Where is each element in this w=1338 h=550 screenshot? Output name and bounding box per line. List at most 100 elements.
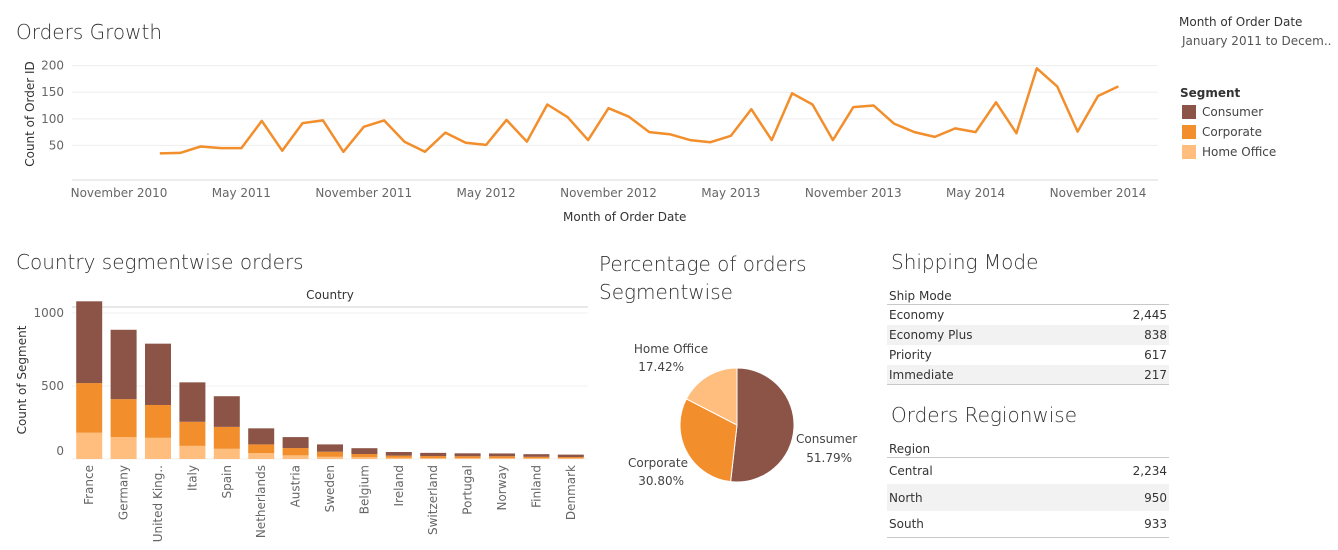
table-row[interactable]: Economy 2,445 (887, 305, 1169, 325)
bar-segment[interactable] (76, 432, 103, 459)
ship-mode-cell: Priority (889, 348, 932, 362)
filter-value[interactable]: January 2011 to Decem.. (1182, 34, 1331, 48)
bar-segment[interactable] (385, 455, 412, 458)
orders-growth-chart[interactable]: 200 150 100 50 Count of Order ID November 201… (0, 50, 1160, 230)
bar-x-tick-label: Switzerland (426, 465, 440, 535)
table-row[interactable]: Priority 617 (887, 345, 1169, 365)
bar-segment[interactable] (351, 454, 378, 458)
bar-y-tick-label: 0 (56, 444, 64, 458)
bar-segment[interactable] (213, 426, 240, 449)
bar-x-tick-label: Belgium (357, 465, 371, 514)
bar-segment[interactable] (489, 453, 515, 457)
table-row[interactable]: South 933 (887, 511, 1169, 538)
bar-segment[interactable] (179, 445, 206, 459)
pie-title: Percentage of orders Segmentwise (599, 250, 807, 306)
legend-swatch (1182, 145, 1196, 159)
bar-segment[interactable] (489, 456, 515, 458)
bar-segment[interactable] (557, 458, 584, 459)
bar-segment[interactable] (489, 457, 515, 459)
pie-title-line2: Segmentwise (599, 280, 733, 304)
legend-label: Corporate (1202, 125, 1262, 139)
bar-segment[interactable] (557, 457, 584, 459)
country-chart-title: Country segmentwise orders (16, 250, 304, 274)
bar-segment[interactable] (145, 404, 171, 438)
bar-segment[interactable] (454, 456, 481, 458)
table-row[interactable]: North 950 (887, 484, 1169, 511)
table-row[interactable]: Central 2,234 (887, 458, 1169, 484)
bar-segment[interactable] (385, 451, 412, 456)
bar-x-tick-label: Denmark (564, 465, 578, 520)
pie-label-pct: 51.79% (806, 451, 852, 465)
bar-segment[interactable] (523, 458, 550, 459)
shipping-table: Ship Mode Economy 2,445 Economy Plus 838… (887, 287, 1169, 385)
bar-segment[interactable] (317, 456, 343, 459)
ship-count-cell: 2,445 (1132, 308, 1167, 322)
line-x-tick-label: May 2011 (212, 186, 271, 200)
country-bar-chart[interactable]: Country 1000 500 0 Count of Segment France Ger… (0, 280, 590, 550)
bar-y-axis-title: Count of Segment (15, 325, 29, 434)
region-count-cell: 950 (1144, 490, 1167, 505)
legend-item-home-office[interactable]: Home Office (1182, 142, 1276, 162)
bar-segment[interactable] (145, 437, 171, 459)
table-row[interactable]: Immediate 217 (887, 365, 1169, 385)
line-x-tick-label: November 2011 (315, 186, 412, 200)
legend-item-corporate[interactable]: Corporate (1182, 122, 1276, 142)
bar-segment[interactable] (351, 457, 378, 459)
bar-segment[interactable] (351, 448, 378, 455)
pie-title-line1: Percentage of orders (599, 252, 807, 276)
pie-slice[interactable] (730, 367, 795, 483)
bar-x-tick-label: United King.. (151, 465, 165, 542)
region-header: Region (889, 441, 931, 456)
bar-x-tick-label: Netherlands (254, 465, 268, 538)
segment-pie-chart[interactable]: Home Office 17.42% Consumer 51.79% Corporate… (600, 320, 880, 520)
bar-x-tick-label: Finland (529, 465, 543, 508)
legend-title: Segment (1180, 86, 1241, 100)
bar-segment[interactable] (420, 457, 447, 459)
bar-segment[interactable] (420, 456, 447, 458)
bar-segment[interactable] (110, 329, 137, 400)
line-x-axis-title: Month of Order Date (563, 210, 687, 224)
bar-segment[interactable] (248, 444, 275, 454)
bar-segment[interactable] (317, 451, 343, 457)
line-y-tick-label: 200 (41, 59, 64, 73)
bar-segment[interactable] (317, 444, 343, 452)
legend-swatch (1182, 105, 1196, 119)
bar-segment[interactable] (110, 399, 137, 438)
pie-label-name: Corporate (628, 456, 688, 470)
bar-segment[interactable] (420, 452, 447, 457)
bar-segment[interactable] (179, 382, 206, 422)
bar-segment[interactable] (454, 453, 481, 457)
bar-segment[interactable] (76, 383, 103, 433)
bar-segment[interactable] (282, 437, 309, 449)
bar-segment[interactable] (282, 448, 309, 456)
bar-segment[interactable] (179, 421, 206, 446)
line-x-tick-label: May 2014 (946, 186, 1005, 200)
bar-x-tick-label: Norway (495, 465, 509, 511)
bar-segment[interactable] (282, 455, 309, 459)
bar-segment[interactable] (213, 448, 240, 459)
bar-segment[interactable] (248, 453, 275, 459)
ship-mode-cell: Economy Plus (889, 328, 973, 342)
bar-segment[interactable] (110, 437, 137, 459)
bar-x-tick-label: Austria (289, 465, 303, 507)
legend-item-consumer[interactable]: Consumer (1182, 102, 1276, 122)
line-y-tick-label: 150 (41, 85, 64, 99)
pie-label-pct: 30.80% (638, 474, 684, 488)
bar-segment[interactable] (213, 396, 240, 427)
bar-segment[interactable] (523, 454, 550, 457)
bar-segment[interactable] (454, 457, 481, 459)
bar-segment[interactable] (248, 428, 275, 445)
line-x-tick-label: May 2012 (457, 186, 516, 200)
pie-label-name: Consumer (796, 432, 857, 446)
orders-series-line[interactable] (159, 67, 1119, 155)
bar-segment[interactable] (385, 457, 412, 459)
bar-x-tick-label: Germany (117, 465, 131, 520)
segment-legend: Consumer Corporate Home Office (1182, 102, 1276, 162)
bar-segment[interactable] (523, 456, 550, 459)
bar-segment[interactable] (145, 343, 171, 405)
bar-segment[interactable] (76, 301, 103, 384)
table-row[interactable]: Economy Plus 838 (887, 325, 1169, 345)
bar-segment[interactable] (557, 454, 584, 458)
region-cell: North (889, 490, 923, 505)
ship-mode-cell: Economy (889, 308, 945, 322)
